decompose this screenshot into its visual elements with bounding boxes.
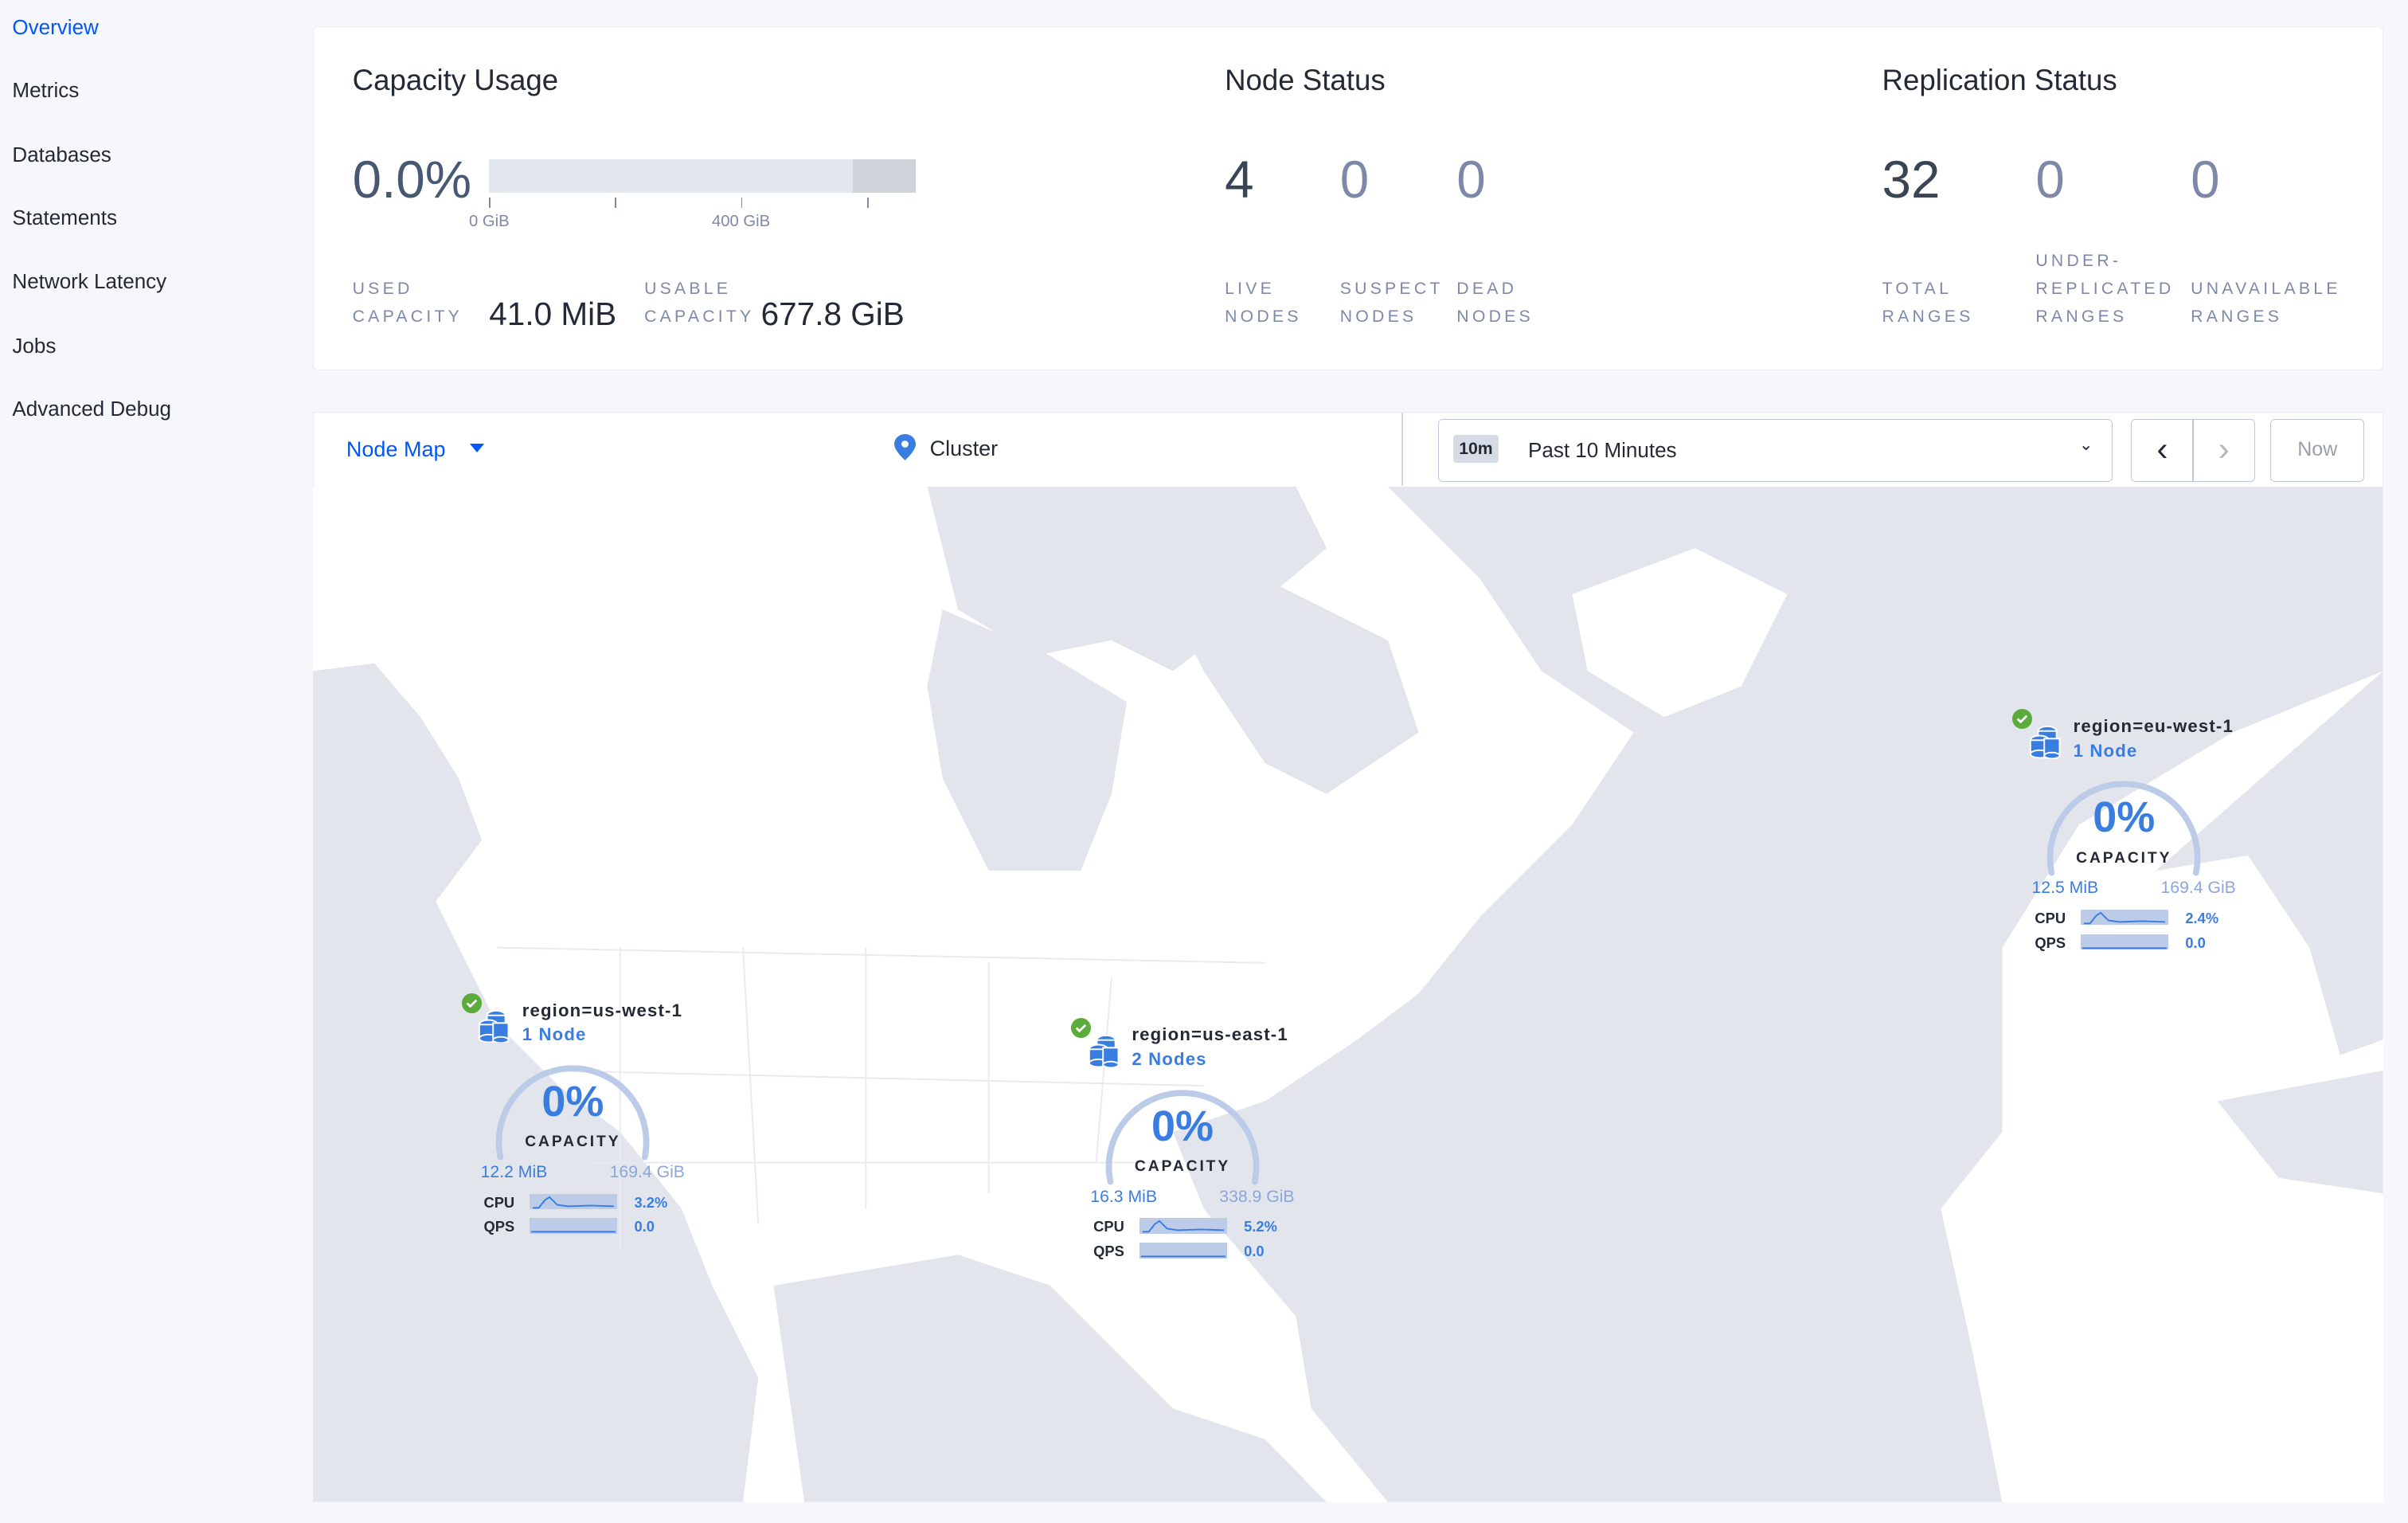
usable-capacity-value: 677.8 GiB xyxy=(760,296,905,333)
capacity-percent: 0% xyxy=(541,1077,604,1126)
qps-value: 0.0 xyxy=(634,1218,655,1235)
node-count[interactable]: 1 Node xyxy=(2074,741,2138,762)
capacity-title: Capacity Usage xyxy=(352,64,559,97)
cluster-summary-card: Capacity Usage 0.0% 0 GiB 400 GiB USED C… xyxy=(313,25,2384,370)
time-range-label: Past 10 Minutes xyxy=(1528,437,1677,462)
region-node-2[interactable]: region=eu-west-1 1 Node 0% CAPACITY 12.5… xyxy=(2011,709,2273,992)
region-name[interactable]: region=eu-west-1 xyxy=(2074,716,2234,737)
capacity-tick xyxy=(489,197,491,209)
qps-value: 0.0 xyxy=(2185,934,2206,951)
capacity-label: CAPACITY xyxy=(1134,1158,1231,1176)
qps-sparkline xyxy=(530,1218,618,1234)
under-replicated-label: UNDER-REPLICATED RANGES xyxy=(2035,252,2175,326)
qps-label: QPS xyxy=(1093,1243,1124,1260)
under-replicated-value: 0 xyxy=(2035,151,2065,209)
capacity-tick xyxy=(741,197,743,209)
divider xyxy=(1401,412,1403,487)
capacity-percent: 0.0% xyxy=(352,151,472,209)
mediterranean xyxy=(2217,1071,2384,1194)
dead-nodes-label: DEAD NODES xyxy=(1456,280,1534,326)
node-status-title: Node Status xyxy=(1225,64,1386,97)
hudson-bay xyxy=(927,609,1128,871)
used-capacity-value: 41.0 MiB xyxy=(489,296,617,333)
chevron-down-icon: ⌄ xyxy=(2078,435,2093,454)
cpu-sparkline xyxy=(2081,909,2169,925)
region-node-0[interactable]: region=us-west-1 1 Node 0% CAPACITY 12.2… xyxy=(461,992,722,1277)
cpu-value: 5.2% xyxy=(1244,1218,1277,1235)
chevron-left-icon: ‹ xyxy=(2156,429,2168,468)
capacity-label: CAPACITY xyxy=(2076,849,2172,867)
view-selector[interactable]: Node Map xyxy=(346,437,485,462)
live-nodes-label: LIVE NODES xyxy=(1225,280,1302,326)
sidebar-item-jobs[interactable]: Jobs xyxy=(12,334,56,358)
usable-capacity-label: USABLE CAPACITY xyxy=(644,280,755,326)
caret-down-icon xyxy=(470,443,485,460)
qps-label: QPS xyxy=(483,1218,515,1235)
time-range-badge: 10m xyxy=(1452,434,1499,464)
live-nodes-value: 4 xyxy=(1225,151,1254,209)
cpu-label: CPU xyxy=(483,1193,515,1211)
cpu-sparkline xyxy=(530,1193,618,1209)
cpu-value: 2.4% xyxy=(2185,909,2219,926)
previous-time-button[interactable]: ‹ xyxy=(2130,418,2195,482)
sidebar-item-advanced-debug[interactable]: Advanced Debug xyxy=(12,397,171,421)
sidebar-item-statements[interactable]: Statements xyxy=(12,206,117,230)
sidebar-item-databases[interactable]: Databases xyxy=(12,143,111,167)
sidebar-item-metrics[interactable]: Metrics xyxy=(12,78,79,103)
capacity-tick xyxy=(866,197,869,209)
sidebar-item-overview[interactable]: Overview xyxy=(12,15,98,40)
sidebar-item-network-latency[interactable]: Network Latency xyxy=(12,269,166,294)
database-icon xyxy=(1088,1034,1119,1068)
used-capacity: 16.3 MiB xyxy=(1090,1187,1157,1206)
database-icon xyxy=(2029,726,2061,759)
capacity-bar-remainder xyxy=(853,159,917,194)
region-name[interactable]: region=us-west-1 xyxy=(522,1000,682,1021)
now-button[interactable]: Now xyxy=(2270,418,2365,482)
node-count[interactable]: 1 Node xyxy=(522,1024,587,1045)
cpu-sparkline xyxy=(1140,1218,1227,1234)
capacity-tick-label: 400 GiB xyxy=(711,213,771,231)
qps-sparkline xyxy=(1140,1243,1227,1259)
capacity-bar xyxy=(489,159,917,194)
total-capacity: 169.4 GiB xyxy=(2160,879,2236,898)
suspect-nodes-label: SUSPECT NODES xyxy=(1339,280,1444,326)
qps-sparkline xyxy=(2081,934,2169,949)
used-capacity: 12.5 MiB xyxy=(2031,879,2099,898)
view-selector-label: Node Map xyxy=(346,437,446,461)
total-ranges-label: TOTAL RANGES xyxy=(1882,280,1974,326)
capacity-percent: 0% xyxy=(1151,1102,1214,1150)
qps-label: QPS xyxy=(2035,934,2066,951)
chevron-right-icon: › xyxy=(2218,429,2230,468)
dead-nodes-value: 0 xyxy=(1456,151,1486,209)
time-range-select[interactable]: 10m Past 10 Minutes ⌄ xyxy=(1438,418,2113,482)
capacity-tick xyxy=(615,197,617,209)
replication-title: Replication Status xyxy=(1882,64,2117,97)
node-map[interactable]: region=us-west-1 1 Node 0% CAPACITY 12.2… xyxy=(313,487,2384,1503)
total-ranges-value: 32 xyxy=(1882,151,1941,209)
node-count[interactable]: 2 Nodes xyxy=(1132,1049,1206,1070)
total-capacity: 169.4 GiB xyxy=(609,1162,685,1181)
suspect-nodes-value: 0 xyxy=(1339,151,1370,209)
region-name[interactable]: region=us-east-1 xyxy=(1132,1024,1288,1045)
capacity-label: CAPACITY xyxy=(525,1133,621,1151)
breadcrumb-cluster: Cluster xyxy=(929,436,999,460)
location-pin-icon xyxy=(894,433,917,460)
database-icon xyxy=(478,1010,510,1043)
map-toolbar: Node Map Cluster 10m Past 10 Minutes ⌄ ‹… xyxy=(313,411,2384,489)
next-time-button[interactable]: › xyxy=(2192,418,2256,482)
cpu-label: CPU xyxy=(1093,1218,1124,1235)
capacity-percent: 0% xyxy=(2093,793,2156,842)
unavailable-value: 0 xyxy=(2191,151,2220,209)
cpu-value: 3.2% xyxy=(634,1193,668,1211)
world-map-background xyxy=(313,487,2384,1503)
used-capacity-label: USED CAPACITY xyxy=(352,280,463,326)
total-capacity: 338.9 GiB xyxy=(1219,1187,1295,1206)
unavailable-label: UNAVAILABLE RANGES xyxy=(2191,280,2341,326)
cpu-label: CPU xyxy=(2035,909,2066,926)
capacity-tick-label: 0 GiB xyxy=(468,213,510,231)
qps-value: 0.0 xyxy=(1244,1243,1265,1260)
region-node-1[interactable]: region=us-east-1 2 Nodes 0% CAPACITY 16.… xyxy=(1070,1017,1331,1301)
used-capacity: 12.2 MiB xyxy=(480,1162,548,1181)
breadcrumb: Cluster xyxy=(894,433,999,461)
